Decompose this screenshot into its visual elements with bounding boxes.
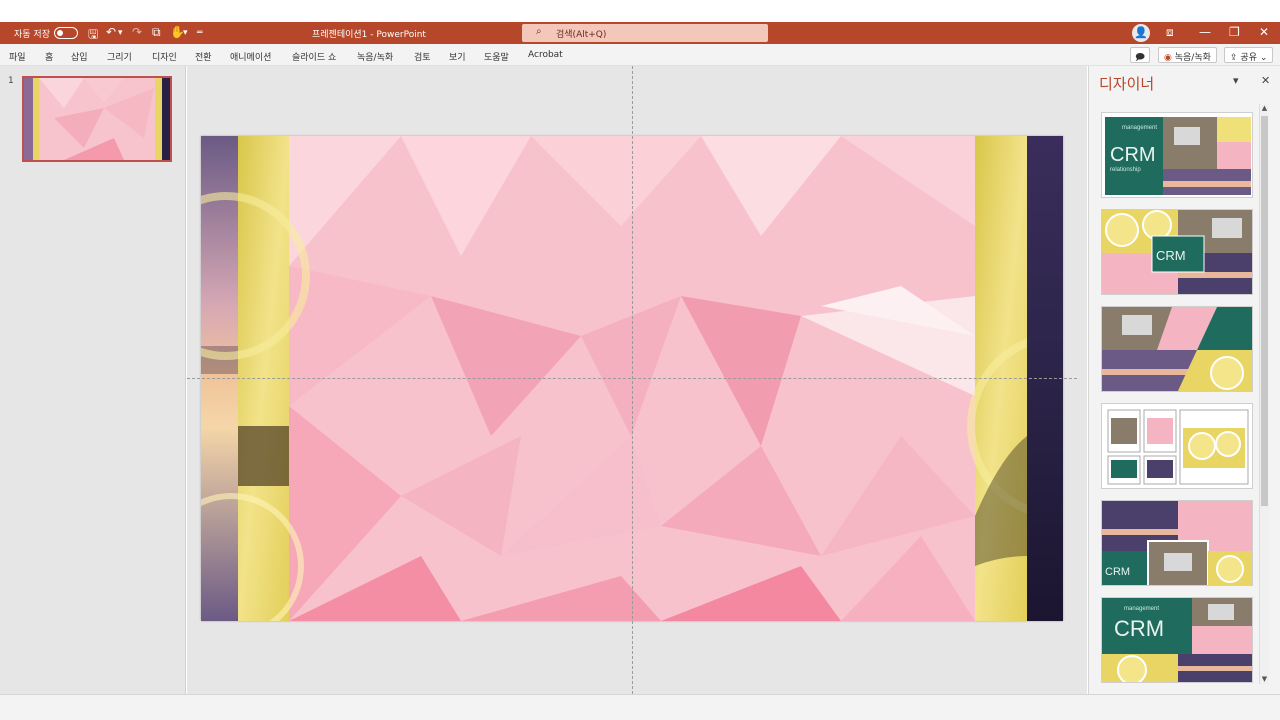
restore-icon[interactable]: ❐ (1229, 25, 1240, 39)
design-idea-4[interactable] (1101, 403, 1253, 489)
tab-view[interactable]: 보기 (449, 50, 466, 63)
design-idea-2[interactable]: CRM (1101, 209, 1253, 295)
designer-pane: 디자이너 ▾ ✕ CRM relationship management CRM… (1088, 66, 1280, 694)
avatar-icon[interactable]: 👤 (1132, 24, 1150, 42)
design-idea-6[interactable]: CRM management (1101, 597, 1253, 683)
search-icon: ⌕ (536, 26, 542, 37)
tab-acrobat[interactable]: Acrobat (528, 50, 563, 60)
record-label: 녹음/녹화 (1174, 53, 1211, 63)
slide-thumbnail-art (24, 78, 170, 160)
scroll-up-icon[interactable]: ▲ (1260, 104, 1269, 113)
search-placeholder: 검색(Alt+Q) (556, 30, 607, 40)
scroll-down-icon[interactable]: ▼ (1260, 675, 1269, 684)
tab-transitions[interactable]: 전환 (195, 50, 212, 63)
ribbon-display-icon[interactable]: ⧈ (1166, 25, 1174, 40)
tab-record[interactable]: 녹음/녹화 (357, 50, 393, 63)
slides-pane: 1 (0, 66, 186, 694)
share-label: 공유 (1240, 53, 1257, 63)
customize-qat-icon[interactable]: ═ (197, 28, 202, 38)
vertical-guide (632, 66, 633, 694)
design-idea-6-art: CRM management (1102, 598, 1252, 682)
ribbon-tabs: 파일 홈 삽입 그리기 디자인 전환 애니메이션 슬라이드 쇼 녹음/녹화 검토… (0, 44, 1280, 66)
design-idea-1[interactable]: CRM relationship management (1101, 112, 1253, 198)
tab-design[interactable]: 디자인 (152, 50, 177, 63)
crm-text: CRM (1105, 566, 1130, 578)
designer-scrollbar[interactable]: ▲ ▼ (1259, 104, 1269, 684)
crm-text: CRM (1114, 616, 1164, 641)
scrollbar-thumb[interactable] (1261, 116, 1268, 506)
record-button[interactable]: ◉ 녹음/녹화 (1158, 47, 1217, 63)
tab-home[interactable]: 홈 (45, 50, 53, 63)
redo-icon[interactable]: ↷ (132, 25, 142, 39)
undo-dropdown-icon[interactable]: ▾ (118, 28, 123, 38)
slide-thumbnail[interactable] (22, 76, 172, 162)
design-idea-5-art: CRM (1102, 501, 1252, 585)
crm-top-text: management (1122, 125, 1157, 131)
search-box[interactable]: ⌕ 검색(Alt+Q) (522, 24, 768, 42)
autosave-toggle[interactable] (54, 27, 78, 39)
tab-review[interactable]: 검토 (414, 50, 431, 63)
tab-help[interactable]: 도움말 (484, 50, 509, 63)
comment-icon: 🗩 (1135, 53, 1145, 63)
record-icon: ◉ (1164, 53, 1172, 63)
undo-icon[interactable]: ↶ (106, 25, 116, 39)
tab-file[interactable]: 파일 (9, 50, 26, 63)
qat-dropdown-icon[interactable]: ▾ (183, 28, 188, 38)
design-idea-5[interactable]: CRM (1101, 500, 1253, 586)
designer-title: 디자이너 (1099, 75, 1155, 93)
save-icon[interactable]: 🖫 (88, 25, 98, 46)
design-idea-2-art: CRM (1102, 210, 1252, 294)
design-idea-1-art: CRM relationship management (1102, 113, 1252, 197)
tab-draw[interactable]: 그리기 (107, 50, 132, 63)
chevron-down-icon: ⌄ (1259, 53, 1268, 63)
tab-slideshow[interactable]: 슬라이드 쇼 (292, 50, 336, 63)
minimize-icon[interactable]: — (1199, 25, 1211, 39)
autosave-label: 자동 저장 (14, 30, 50, 40)
title-bar: 자동 저장 🖫 ↶ ▾ ↷ ⧉ ✋ ▾ ═ 프레젠테이션1 - PowerPoi… (0, 22, 1280, 44)
chevron-down-icon[interactable]: ▾ (1233, 74, 1239, 87)
present-icon[interactable]: ⧉ (152, 25, 161, 40)
status-bar (0, 694, 1280, 720)
design-idea-3[interactable] (1101, 306, 1253, 392)
tab-insert[interactable]: 삽입 (71, 50, 88, 63)
design-idea-4-art (1102, 404, 1252, 488)
crm-top-text: management (1124, 606, 1159, 612)
crm-subtext: relationship (1110, 167, 1141, 173)
crm-text: CRM (1156, 248, 1186, 263)
horizontal-guide (187, 378, 1077, 379)
slide-editor (187, 66, 1087, 694)
crm-text: CRM (1110, 144, 1156, 166)
slide-number: 1 (8, 76, 14, 86)
close-icon[interactable]: ✕ (1261, 74, 1270, 87)
tab-animations[interactable]: 애니메이션 (230, 50, 271, 63)
design-idea-3-art (1102, 307, 1252, 391)
comment-button[interactable]: 🗩 (1130, 47, 1150, 63)
share-icon: ⇪ (1230, 53, 1238, 63)
document-title: 프레젠테이션1 - PowerPoint (312, 30, 426, 40)
close-icon[interactable]: ✕ (1259, 25, 1269, 39)
share-button[interactable]: ⇪ 공유 ⌄ (1224, 47, 1274, 63)
